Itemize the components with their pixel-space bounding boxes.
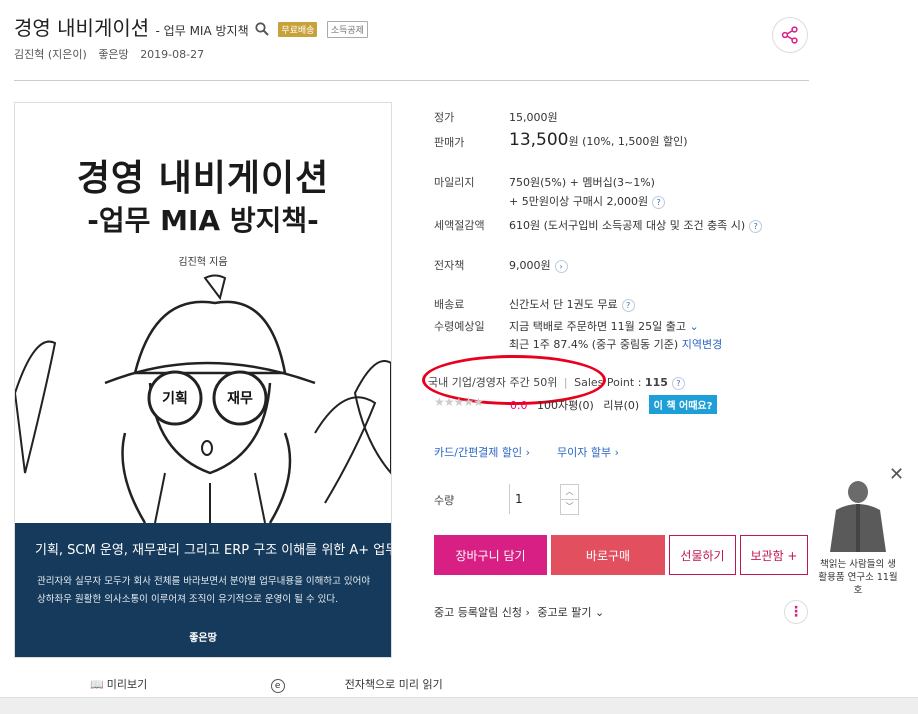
sale-price-row: 13,500원 (10%, 1,500원 할인) xyxy=(509,130,687,150)
tax-row: 610원 (도서구입비 소득공제 대상 및 조건 충족 시)? xyxy=(509,217,763,233)
cover-title: 경영 내비게이션 xyxy=(76,158,330,199)
review-100-link[interactable]: 100자평(0) xyxy=(537,399,594,412)
region-change-link[interactable]: 지역변경 xyxy=(682,338,722,351)
wishlist-button[interactable]: 보관함 + xyxy=(740,535,808,575)
expected-row[interactable]: 지금 택배로 주문하면 11월 25일 출고 ⌄ xyxy=(509,318,699,334)
list-price: 15,000원 xyxy=(509,111,558,124)
preview-link[interactable]: 📖 미리보기 xyxy=(90,678,207,691)
tax-label: 세액절감액 xyxy=(434,219,485,232)
cover-subtitle: -업무 MIA 방지책- xyxy=(87,204,319,237)
book-subtitle: - 업무 MIA 방지책 xyxy=(155,24,249,38)
sale-price: 13,500 xyxy=(509,130,569,150)
add-to-cart-button[interactable]: 장바구니 담기 xyxy=(434,535,547,575)
cover-lens-left: 기획 xyxy=(162,390,188,407)
card-discount-label: 카드/간편결제 할인 xyxy=(434,446,523,459)
bottom-bar xyxy=(0,697,918,714)
used-row: 중고 등록알림 신청 › 중고로 팔기 ⌄ xyxy=(434,606,605,619)
buy-now-button[interactable]: 바로구매 xyxy=(551,535,665,575)
list-price-label: 정가 xyxy=(434,111,455,124)
sales-point: 115 xyxy=(644,376,668,389)
cover-band-headline: 기획, SCM 운영, 재무관리 그리고 ERP 구조 이해를 위한 A+ 업무… xyxy=(35,543,392,558)
help-icon[interactable]: ? xyxy=(652,195,666,209)
installment-link[interactable]: 무이자 할부 › xyxy=(557,444,619,460)
close-icon[interactable]: ✕ xyxy=(889,464,904,485)
sale-price-label: 판매가 xyxy=(434,136,465,149)
mileage-label: 마일리지 xyxy=(434,176,475,189)
ship-label: 배송료 xyxy=(434,298,465,311)
rating-row: 0.0 100자평(0) 리뷰(0) 이 책 어때요? xyxy=(510,395,718,414)
qty-decrease-button[interactable]: ﹀ xyxy=(560,499,579,515)
help-icon[interactable]: ? xyxy=(749,219,763,233)
ebook-row[interactable]: 9,000원 › xyxy=(509,257,568,273)
ad-text[interactable]: 책읽는 사람들의 생활용품 연구소 11월호 xyxy=(818,558,898,597)
ebook-preview-link[interactable]: e 전자책으로 미리 읽기 xyxy=(270,678,503,693)
more-options-icon[interactable]: ⋮ xyxy=(784,600,808,624)
search-icon[interactable] xyxy=(255,22,269,36)
qty-increase-button[interactable]: ︿ xyxy=(560,484,579,500)
mileage-line1: 750원(5%) + 멤버십(3~1%) xyxy=(509,176,655,189)
cover-lens-right: 재무 xyxy=(227,391,253,407)
preview-label: 미리보기 xyxy=(106,678,148,691)
star-rating-icon: ★★★★★ xyxy=(434,395,484,409)
chevron-right-icon[interactable]: › xyxy=(554,259,568,273)
book-meta: 김진혁 (지은이) 좋은땅 2019-08-27 xyxy=(14,46,212,62)
publisher-link[interactable]: 좋은땅 xyxy=(98,48,128,61)
tax-deduction-badge: 소득공제 xyxy=(326,21,368,38)
book-title-row: 경영 내비게이션 - 업무 MIA 방지책 무료배송 소득공제 xyxy=(14,12,368,41)
gift-button[interactable]: 선물하기 xyxy=(669,535,736,575)
cover-author: 김진혁 지음 xyxy=(178,257,228,268)
rating-value: 0.0 xyxy=(510,399,528,412)
expected-line2: 최근 1주 87.4% (중구 중림동 기준) xyxy=(509,338,679,351)
help-icon[interactable]: ? xyxy=(671,376,685,390)
quantity-input[interactable]: 1 xyxy=(515,492,523,506)
preview-links: 📖 미리보기 e 전자책으로 미리 읽기 xyxy=(90,676,563,693)
sale-price-unit: 원 xyxy=(568,135,579,148)
installment-label: 무이자 할부 xyxy=(557,446,612,459)
book-cover[interactable]: 경영 내비게이션 -업무 MIA 방지책- 김진혁 지음 기획 재무 기획, S… xyxy=(14,102,392,658)
cover-illustration: 기획 재무 xyxy=(15,274,391,523)
ebook-price: 9,000원 xyxy=(509,259,551,272)
free-shipping-badge: 무료배송 xyxy=(278,22,318,37)
help-icon[interactable]: ? xyxy=(621,298,635,312)
share-icon xyxy=(781,26,798,44)
ebook-icon: e xyxy=(270,679,285,693)
tax-value: 610원 (도서구입비 소득공제 대상 및 조건 충족 시) xyxy=(509,219,746,232)
sale-detail: (10%, 1,500원 할인) xyxy=(582,135,688,148)
cover-band-text: 관리자와 실무자 모두가 회사 전체를 바라보면서 분야별 업무내용을 이해하고… xyxy=(37,576,371,605)
qty-label: 수량 xyxy=(434,494,455,507)
used-sell-link[interactable]: 중고로 팔기 xyxy=(537,606,591,619)
mileage-line2-row: + 5만원이상 구매시 2,000원? xyxy=(509,193,666,209)
review-link[interactable]: 리뷰(0) xyxy=(603,399,639,412)
card-discount-link[interactable]: 카드/간편결제 할인 › xyxy=(434,444,530,460)
expected-line2-row: 최근 1주 87.4% (중구 중림동 기준) 지역변경 xyxy=(509,336,722,352)
chevron-down-icon[interactable]: ⌄ xyxy=(690,320,699,333)
share-button[interactable] xyxy=(772,17,808,53)
cover-publisher: 좋은땅 xyxy=(189,633,217,644)
cover-band: 기획, SCM 운영, 재무관리 그리고 ERP 구조 이해를 위한 A+ 업무… xyxy=(15,523,391,657)
book-title: 경영 내비게이션 xyxy=(14,16,150,40)
expected-label: 수령예상일 xyxy=(434,320,485,333)
used-alert-link[interactable]: 중고 등록알림 신청 xyxy=(434,606,522,619)
ship-row: 신간도서 단 1권도 무료? xyxy=(509,296,635,312)
ebook-preview-label: 전자책으로 미리 읽기 xyxy=(344,678,443,691)
expected-line1: 지금 택배로 주문하면 11월 25일 출고 xyxy=(509,320,687,333)
header-divider xyxy=(14,80,809,81)
ad-jacket-image[interactable] xyxy=(826,480,890,556)
mileage-line2: + 5만원이상 구매시 2,000원 xyxy=(509,195,649,208)
book-icon: 📖 xyxy=(90,678,104,691)
ship-value: 신간도서 단 1권도 무료 xyxy=(509,298,618,311)
publish-date: 2019-08-27 xyxy=(140,48,205,61)
ebook-label: 전자책 xyxy=(434,259,465,272)
how-about-button[interactable]: 이 책 어때요? xyxy=(648,395,718,414)
author-link[interactable]: 김진혁 (지은이) xyxy=(14,48,87,61)
